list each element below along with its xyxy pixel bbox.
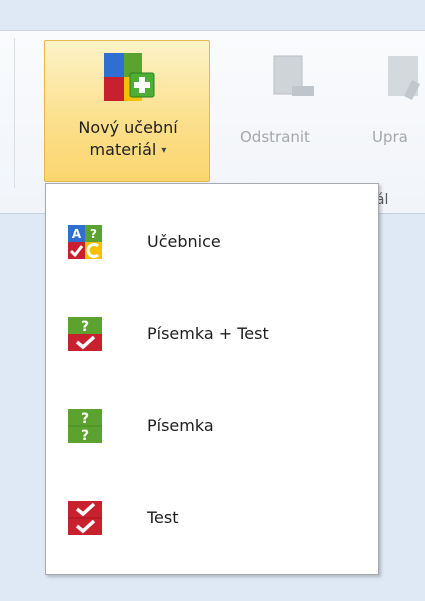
title-strip: [0, 0, 425, 30]
remove-icon: [264, 50, 320, 106]
written-test-icon: ?: [67, 316, 103, 352]
svg-text:?: ?: [81, 319, 89, 335]
new-material-button[interactable]: Nový učební materiál ▾: [44, 40, 210, 182]
edit-icon: [384, 50, 425, 106]
edit-button[interactable]: Upra: [368, 40, 425, 182]
menu-item-label: Písemka: [147, 416, 214, 435]
edit-label: Upra: [372, 128, 408, 146]
new-material-icon: [100, 51, 156, 107]
remove-button[interactable]: Odstranit: [228, 40, 358, 182]
app-window: Nový učební materiál ▾ Odstranit Upra iá…: [0, 0, 425, 601]
menu-item-label: Písemka + Test: [147, 324, 269, 343]
menu-item-test[interactable]: Test: [49, 476, 375, 562]
remove-label: Odstranit: [240, 128, 310, 146]
menu-item-written-exam[interactable]: ? ? Písemka: [49, 384, 375, 470]
menu-item-label: Test: [147, 508, 179, 527]
svg-text:?: ?: [81, 428, 89, 444]
test-icon: [67, 500, 103, 536]
chevron-down-icon: ▾: [161, 145, 167, 156]
new-material-label-line1: Nový učební: [78, 118, 178, 137]
new-material-label: Nový učební materiál ▾: [45, 117, 211, 162]
menu-item-textbook[interactable]: A ? Učebnice: [49, 200, 375, 286]
svg-text:?: ?: [90, 227, 97, 241]
menu-item-written-test[interactable]: ? Písemka + Test: [49, 292, 375, 378]
ribbon-separator: [14, 38, 15, 188]
svg-text:A: A: [72, 227, 82, 241]
written-exam-icon: ? ?: [67, 408, 103, 444]
new-material-menu: A ? Učebnice ? Písemka + Test ? ? Písemk…: [45, 183, 379, 575]
svg-text:?: ?: [81, 411, 89, 427]
textbook-icon: A ?: [67, 224, 103, 260]
new-material-label-line2: materiál: [89, 140, 157, 159]
menu-item-label: Učebnice: [147, 232, 221, 251]
